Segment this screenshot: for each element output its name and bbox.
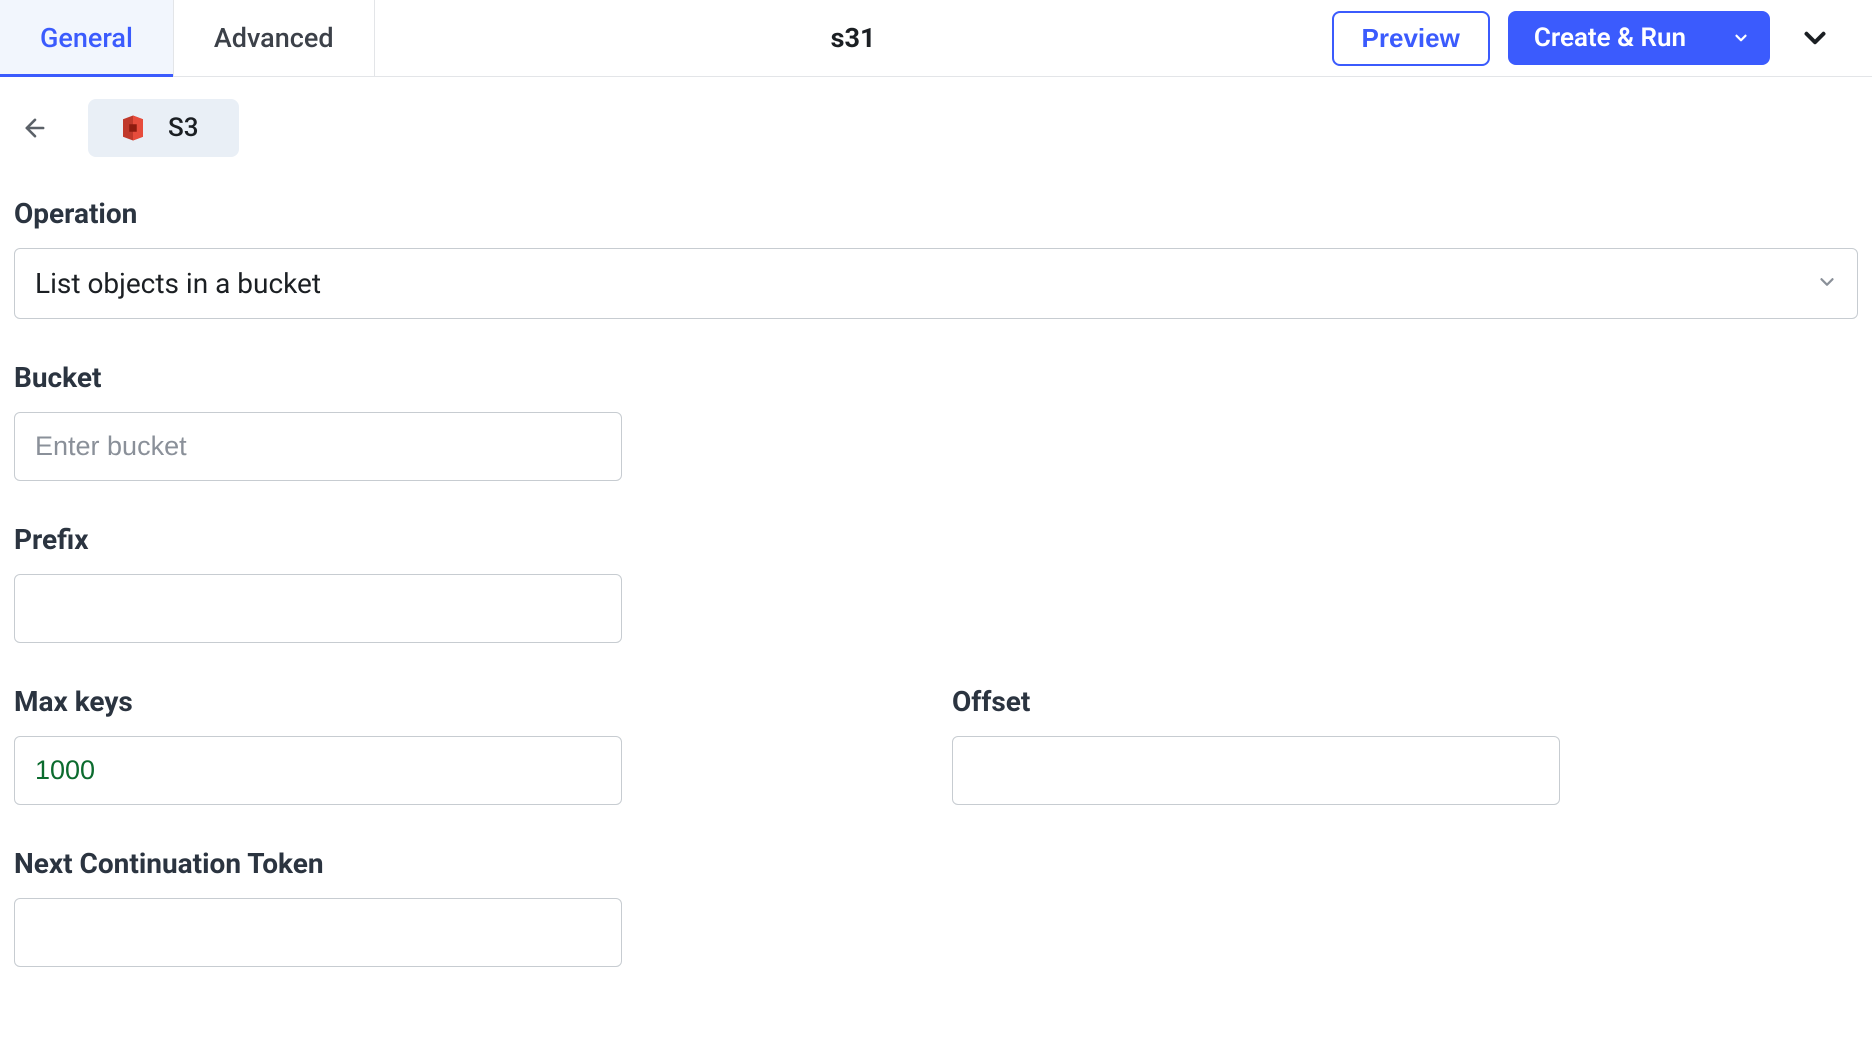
create-run-label: Create & Run — [1508, 11, 1712, 65]
back-button[interactable] — [14, 107, 56, 149]
topbar-actions: Preview Create & Run — [1332, 0, 1872, 76]
field-offset: Offset — [952, 685, 1560, 805]
bucket-input[interactable] — [14, 412, 622, 481]
tabs: General Advanced — [0, 0, 375, 76]
component-chip[interactable]: S3 — [88, 99, 239, 157]
next-token-label: Next Continuation Token — [14, 847, 1858, 880]
prefix-input[interactable] — [14, 574, 622, 643]
field-max-keys: Max keys — [14, 685, 622, 805]
create-run-dropdown-icon[interactable] — [1712, 29, 1770, 47]
operation-label: Operation — [14, 197, 1858, 230]
tab-general-label: General — [40, 22, 133, 54]
component-chip-label: S3 — [168, 113, 199, 143]
collapse-chevron-icon[interactable] — [1788, 11, 1842, 65]
operation-select-value: List objects in a bucket — [35, 267, 321, 300]
s3-service-icon — [118, 113, 148, 143]
offset-label: Offset — [952, 685, 1560, 718]
create-run-button[interactable]: Create & Run — [1508, 11, 1770, 65]
tab-general[interactable]: General — [0, 0, 174, 76]
operation-select[interactable]: List objects in a bucket — [14, 248, 1858, 319]
topbar-center: s31 — [375, 0, 1332, 76]
field-bucket: Bucket — [14, 361, 1858, 481]
tab-advanced[interactable]: Advanced — [174, 0, 375, 76]
tab-advanced-label: Advanced — [214, 22, 334, 54]
bucket-label: Bucket — [14, 361, 1858, 394]
preview-button[interactable]: Preview — [1332, 11, 1490, 66]
page-title: s31 — [831, 22, 876, 54]
prefix-label: Prefix — [14, 523, 1858, 556]
field-prefix: Prefix — [14, 523, 1858, 643]
max-keys-label: Max keys — [14, 685, 622, 718]
offset-input[interactable] — [952, 736, 1560, 805]
max-keys-input[interactable] — [14, 736, 622, 805]
preview-button-label: Preview — [1362, 23, 1460, 53]
form: Operation List objects in a bucket Bucke… — [0, 157, 1872, 967]
arrow-left-icon — [21, 114, 49, 142]
next-token-input[interactable] — [14, 898, 622, 967]
row-maxkeys-offset: Max keys Offset — [14, 685, 1858, 847]
field-next-continuation-token: Next Continuation Token — [14, 847, 1858, 967]
top-bar: General Advanced s31 Preview Create & Ru… — [0, 0, 1872, 77]
breadcrumb-row: S3 — [0, 77, 1872, 157]
field-operation: Operation List objects in a bucket — [14, 197, 1858, 319]
